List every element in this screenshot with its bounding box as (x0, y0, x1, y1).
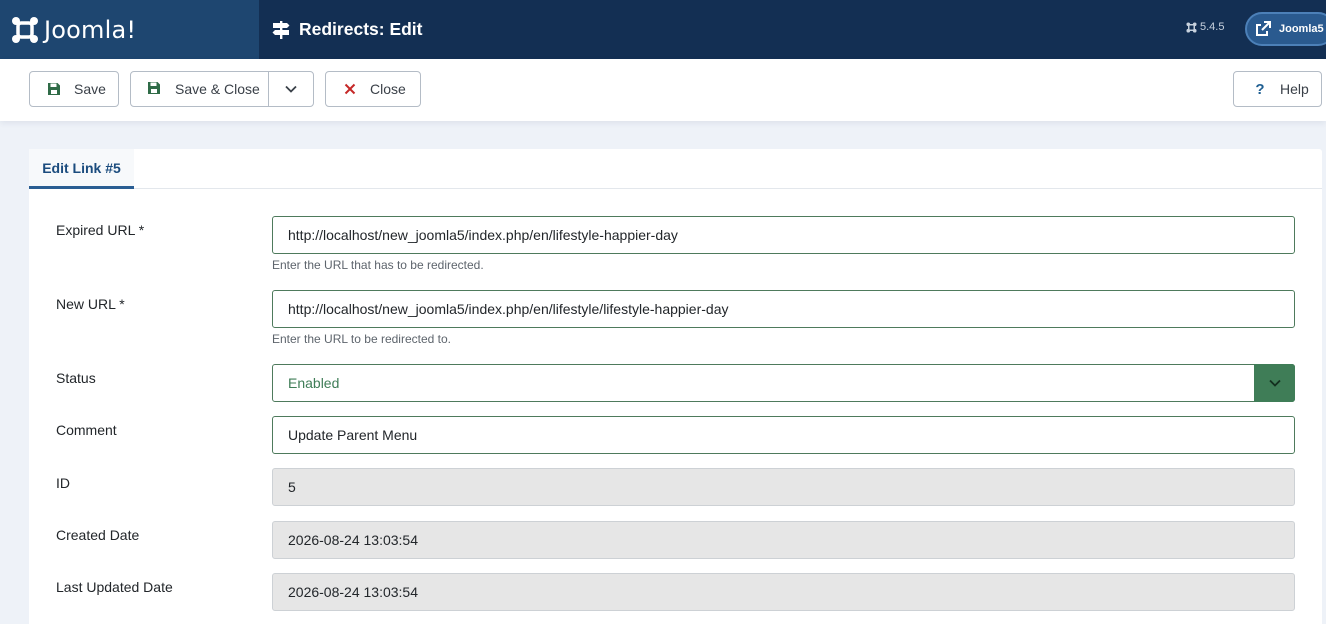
save-options-dropdown-button[interactable] (269, 72, 313, 106)
last-updated-date-label: Last Updated Date (56, 579, 173, 595)
tab-edit-link[interactable]: Edit Link #5 (29, 149, 134, 189)
help-button-label: Help (1280, 81, 1309, 97)
last-updated-date-value: 2026-08-24 13:03:54 (288, 584, 418, 600)
expired-url-input[interactable]: http://localhost/new_joomla5/index.php/e… (272, 216, 1295, 254)
new-url-input[interactable]: http://localhost/new_joomla5/index.php/e… (272, 290, 1295, 328)
created-date-label: Created Date (56, 527, 140, 543)
new-url-label: New URL * (56, 296, 125, 312)
header: Joomla! Redirects: Edit 5.4.5 Joomla5 (0, 0, 1326, 59)
close-button-label: Close (370, 81, 406, 97)
expired-url-label: Expired URL * (56, 222, 145, 238)
version-info: 5.4.5 (1186, 21, 1224, 33)
logo-area[interactable]: Joomla! (0, 0, 259, 59)
new-url-value: http://localhost/new_joomla5/index.php/e… (288, 301, 729, 317)
close-button[interactable]: Close (325, 71, 421, 107)
save-close-button-label: Save & Close (175, 81, 260, 97)
external-link-icon (1256, 21, 1271, 36)
expired-url-value: http://localhost/new_joomla5/index.php/e… (288, 227, 678, 243)
chevron-down-icon (1268, 379, 1281, 387)
chevron-down-icon (285, 85, 297, 93)
user-label: Joomla5 (1279, 23, 1324, 35)
version-text: 5.4.5 (1200, 21, 1225, 33)
help-button[interactable]: ? Help (1233, 71, 1322, 107)
joomla-logo-icon (12, 16, 38, 43)
comment-input[interactable]: Update Parent Menu (272, 416, 1295, 454)
created-date-field: 2026-08-24 13:03:54 (272, 521, 1295, 559)
x-mark-icon (342, 81, 358, 97)
save-button[interactable]: Save (29, 71, 119, 107)
floppy-disk-icon (147, 81, 163, 97)
comment-value: Update Parent Menu (288, 427, 418, 443)
logo-text: Joomla! (44, 15, 137, 44)
status-label: Status (56, 370, 96, 386)
page-title-area: Redirects: Edit (272, 0, 423, 59)
tab-bar: Edit Link #5 (29, 149, 1322, 189)
created-date-value: 2026-08-24 13:03:54 (288, 532, 418, 548)
floppy-disk-icon (46, 81, 62, 97)
question-mark-icon: ? (1255, 80, 1265, 98)
joomla-small-icon (1186, 21, 1197, 33)
save-button-label: Save (74, 81, 106, 97)
edit-card: Edit Link #5 Expired URL * http://localh… (29, 149, 1322, 624)
page-title: Redirects: Edit (299, 19, 423, 39)
comment-label: Comment (56, 422, 117, 438)
toolbar: Save Save & Close Close ? Help (0, 59, 1326, 121)
last-updated-date-field: 2026-08-24 13:03:54 (272, 573, 1295, 611)
id-value: 5 (288, 479, 296, 495)
status-select[interactable]: Enabled (272, 364, 1295, 402)
status-value: Enabled (288, 375, 340, 391)
id-field: 5 (272, 468, 1295, 506)
id-label: ID (56, 475, 70, 491)
expired-url-hint: Enter the URL that has to be redirected. (272, 258, 484, 272)
save-close-button-group: Save & Close (130, 71, 314, 107)
signpost-icon (272, 20, 290, 39)
status-select-toggle[interactable] (1254, 364, 1295, 402)
user-menu-button[interactable]: Joomla5 (1245, 12, 1326, 46)
new-url-hint: Enter the URL to be redirected to. (272, 332, 451, 346)
save-close-button[interactable]: Save & Close (131, 72, 269, 106)
